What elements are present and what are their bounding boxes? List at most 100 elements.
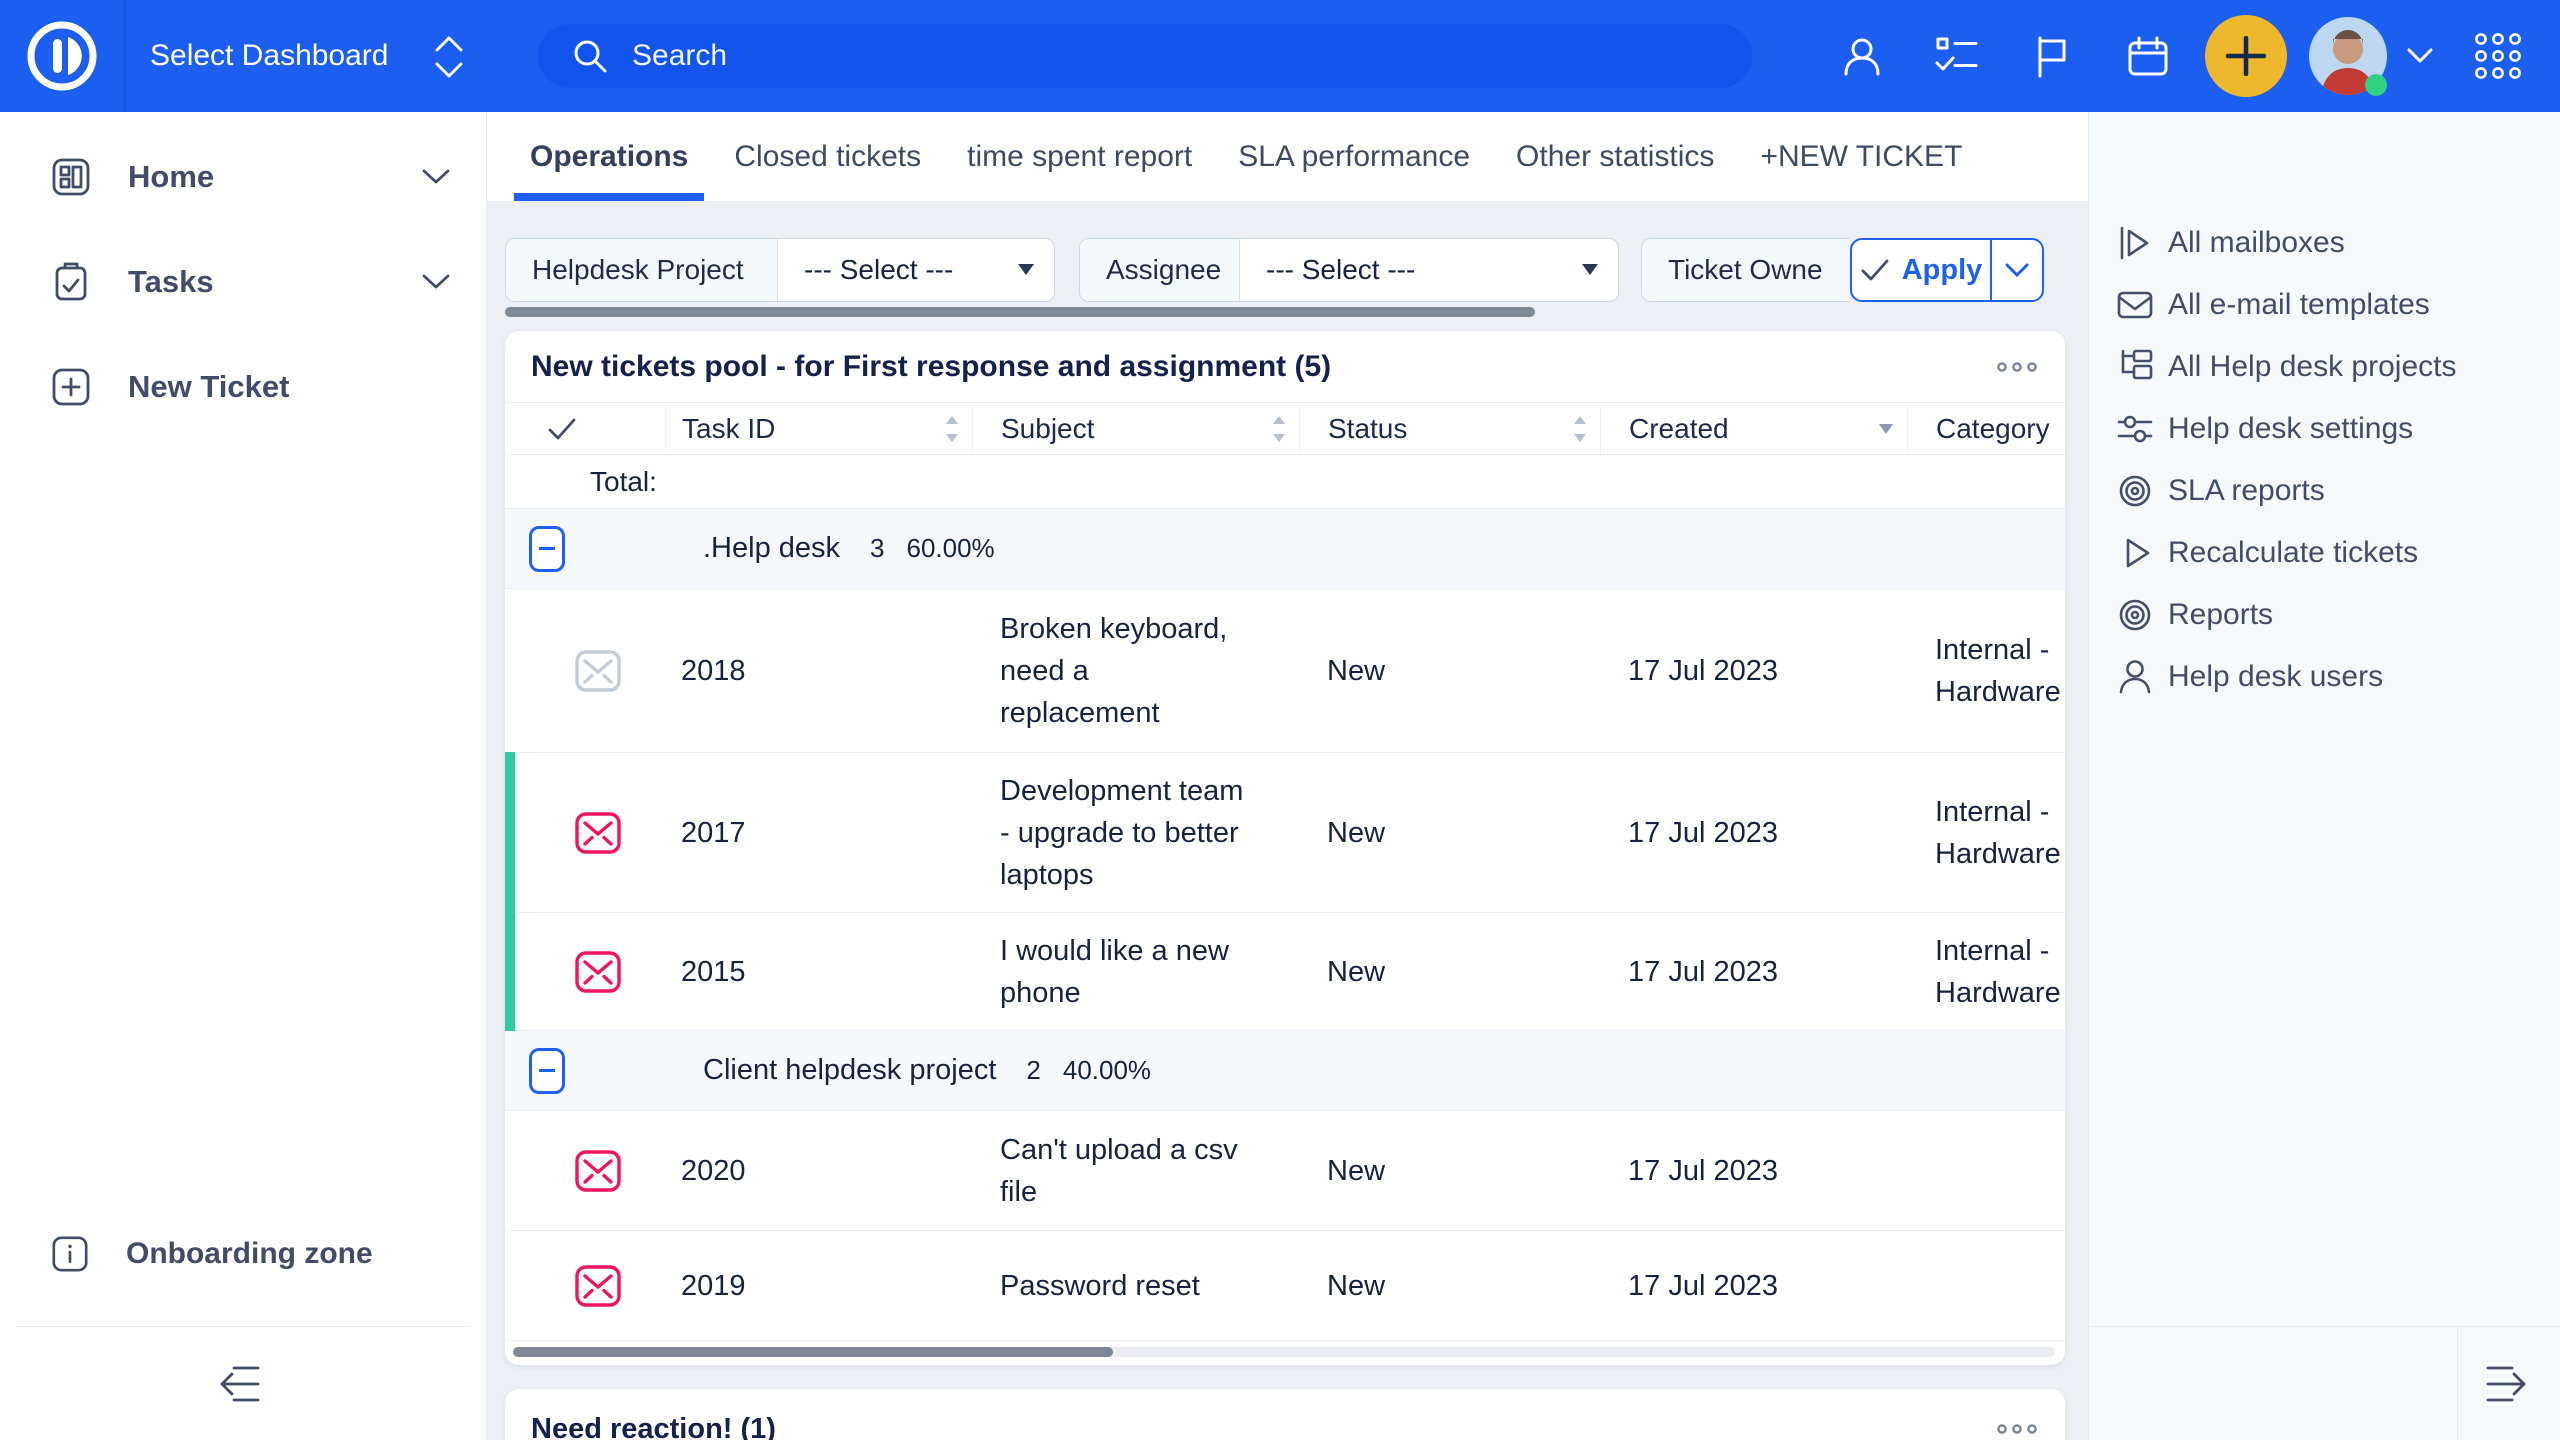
home-dashboard-icon: [50, 156, 92, 198]
sort-desc-icon[interactable]: [1877, 422, 1895, 436]
sidebar-footer-label: Onboarding zone: [126, 1237, 373, 1271]
panel-title: New tickets pool - for First response an…: [531, 350, 1331, 384]
panel-menu-icon[interactable]: [1995, 1418, 2039, 1440]
content-area: Helpdesk Project --- Select --- Assignee…: [487, 203, 2088, 1440]
apps-grid-icon[interactable]: [2472, 30, 2524, 82]
sort-icon[interactable]: [944, 414, 960, 444]
avatar[interactable]: [2309, 17, 2387, 95]
profile-icon[interactable]: [1840, 34, 1884, 78]
filter-value: --- Select ---: [804, 254, 953, 286]
group-count: 3: [870, 533, 884, 564]
tab-operations[interactable]: Operations: [514, 112, 704, 201]
envelope-unread-icon: [505, 753, 665, 912]
sidebar-divider: [2457, 1326, 2458, 1440]
cell-status: New: [1299, 1231, 1600, 1340]
cell-subject: Can't upload a csv file: [1000, 1129, 1250, 1213]
sidebar-divider: [2089, 1326, 2560, 1327]
sidebar-item-tasks[interactable]: Tasks: [0, 229, 486, 334]
sidebar-item-onboarding-zone[interactable]: Onboarding zone: [50, 1224, 373, 1284]
cell-created: 17 Jul 2023: [1600, 753, 1907, 912]
group-percent: 60.00%: [906, 533, 994, 564]
sidebar-divider: [16, 1326, 470, 1327]
tab-new-ticket[interactable]: +NEW TICKET: [1744, 112, 1978, 201]
column-header-created[interactable]: Created: [1600, 403, 1907, 454]
user-icon: [2114, 657, 2156, 697]
sidebar-item-all-help-desk-projects[interactable]: All Help desk projects: [2089, 336, 2560, 398]
cell-category: Internal - Hardware: [1935, 629, 2065, 713]
group-name: Client helpdesk project: [703, 1054, 996, 1087]
cell-status: New: [1299, 913, 1600, 1030]
cell-task-id: 2015: [665, 913, 972, 1030]
table-row-2015[interactable]: 2015 I would like a new phone New 17 Jul…: [505, 913, 2065, 1031]
need-reaction-panel: Need reaction! (1): [505, 1389, 2065, 1440]
online-status-dot: [2365, 74, 2387, 96]
checklist-icon[interactable]: [1934, 34, 1980, 78]
horizontal-scrollbar[interactable]: [505, 307, 1535, 317]
panel-menu-icon[interactable]: [1995, 356, 2039, 378]
filter-value: --- Select ---: [1266, 254, 1415, 286]
dashboard-selector[interactable]: Select Dashboard: [150, 0, 388, 112]
filter-select[interactable]: --- Select ---: [1240, 239, 1618, 301]
mailbox-play-icon: [2114, 223, 2156, 263]
collapse-right-sidebar-icon[interactable]: [2480, 1358, 2532, 1410]
search-bar[interactable]: [538, 24, 1752, 88]
sidebar-item-new-ticket[interactable]: New Ticket: [0, 334, 486, 439]
sort-icon[interactable]: [1572, 414, 1588, 444]
select-all-checkmark[interactable]: [505, 403, 665, 454]
sidebar-item-label: All mailboxes: [2168, 226, 2345, 260]
sidebar-item-help-desk-settings[interactable]: Help desk settings: [2089, 398, 2560, 460]
tasks-icon: [50, 261, 92, 303]
column-header-task-id[interactable]: Task ID: [665, 403, 972, 454]
dashboard-selector-chevrons-icon[interactable]: [432, 30, 466, 84]
add-button[interactable]: [2205, 15, 2287, 97]
tab-sla-performance[interactable]: SLA performance: [1222, 112, 1486, 201]
cell-task-id: 2017: [665, 753, 972, 912]
sidebar-item-reports[interactable]: Reports: [2089, 584, 2560, 646]
calendar-icon[interactable]: [2126, 34, 2170, 78]
chevron-down-icon[interactable]: [422, 169, 450, 185]
cell-status: New: [1299, 589, 1600, 752]
group-row-help-desk: .Help desk 3 60.00%: [505, 509, 2065, 589]
avatar-chevron-down-icon[interactable]: [2407, 48, 2433, 64]
sidebar-item-all-email-templates[interactable]: All e-mail templates: [2089, 274, 2560, 336]
column-header-subject[interactable]: Subject: [972, 403, 1299, 454]
apply-label: Apply: [1902, 254, 1983, 287]
sidebar-item-label: Help desk users: [2168, 660, 2383, 694]
sidebar-item-home[interactable]: Home: [0, 124, 486, 229]
sidebar-item-help-desk-users[interactable]: Help desk users: [2089, 646, 2560, 708]
cell-task-id: 2018: [665, 589, 972, 752]
envelope-unread-icon: [505, 1231, 665, 1340]
column-header-status[interactable]: Status: [1299, 403, 1600, 454]
tab-other-statistics[interactable]: Other statistics: [1500, 112, 1730, 201]
sidebar-item-all-mailboxes[interactable]: All mailboxes: [2089, 212, 2560, 274]
table-row-2017[interactable]: 2017 Development team - upgrade to bette…: [505, 753, 2065, 913]
sort-icon[interactable]: [1271, 414, 1287, 444]
search-input[interactable]: [632, 39, 1632, 73]
filter-select[interactable]: --- Select ---: [778, 239, 1054, 301]
sidebar-item-sla-reports[interactable]: SLA reports: [2089, 460, 2560, 522]
table-scrollbar-thumb[interactable]: [513, 1347, 1113, 1357]
filter-assignee: Assignee --- Select ---: [1079, 238, 1619, 302]
tab-time-spent-report[interactable]: time spent report: [951, 112, 1208, 201]
cell-created: 17 Jul 2023: [1600, 913, 1907, 1030]
column-header-category[interactable]: Category: [1907, 403, 2065, 454]
filter-ticket-owner[interactable]: Ticket Owne: [1641, 238, 1850, 302]
new-ticket-icon: [50, 366, 92, 408]
apply-button[interactable]: Apply: [1852, 240, 1992, 300]
sidebar-item-recalculate-tickets[interactable]: Recalculate tickets: [2089, 522, 2560, 584]
tab-closed-tickets[interactable]: Closed tickets: [718, 112, 937, 201]
table-row-2020[interactable]: 2020 Can't upload a csv file New 17 Jul …: [505, 1111, 2065, 1231]
collapse-sidebar-icon[interactable]: [214, 1358, 266, 1410]
total-row: Total:: [505, 455, 2065, 509]
apply-dropdown-button[interactable]: [1992, 240, 2042, 300]
collapse-group-button[interactable]: [529, 526, 565, 572]
chevron-down-icon[interactable]: [422, 274, 450, 290]
table-row-2019[interactable]: 2019 Password reset New 17 Jul 2023: [505, 1231, 2065, 1341]
app-logo[interactable]: [18, 12, 106, 100]
table-row-2018[interactable]: 2018 Broken keyboard, need a replacement…: [505, 589, 2065, 753]
sidebar-item-label: All Help desk projects: [2168, 350, 2456, 384]
flag-icon[interactable]: [2030, 34, 2074, 78]
sidebar-item-label: SLA reports: [2168, 474, 2325, 508]
envelope-unread-icon: [505, 1111, 665, 1230]
collapse-group-button[interactable]: [529, 1048, 565, 1094]
